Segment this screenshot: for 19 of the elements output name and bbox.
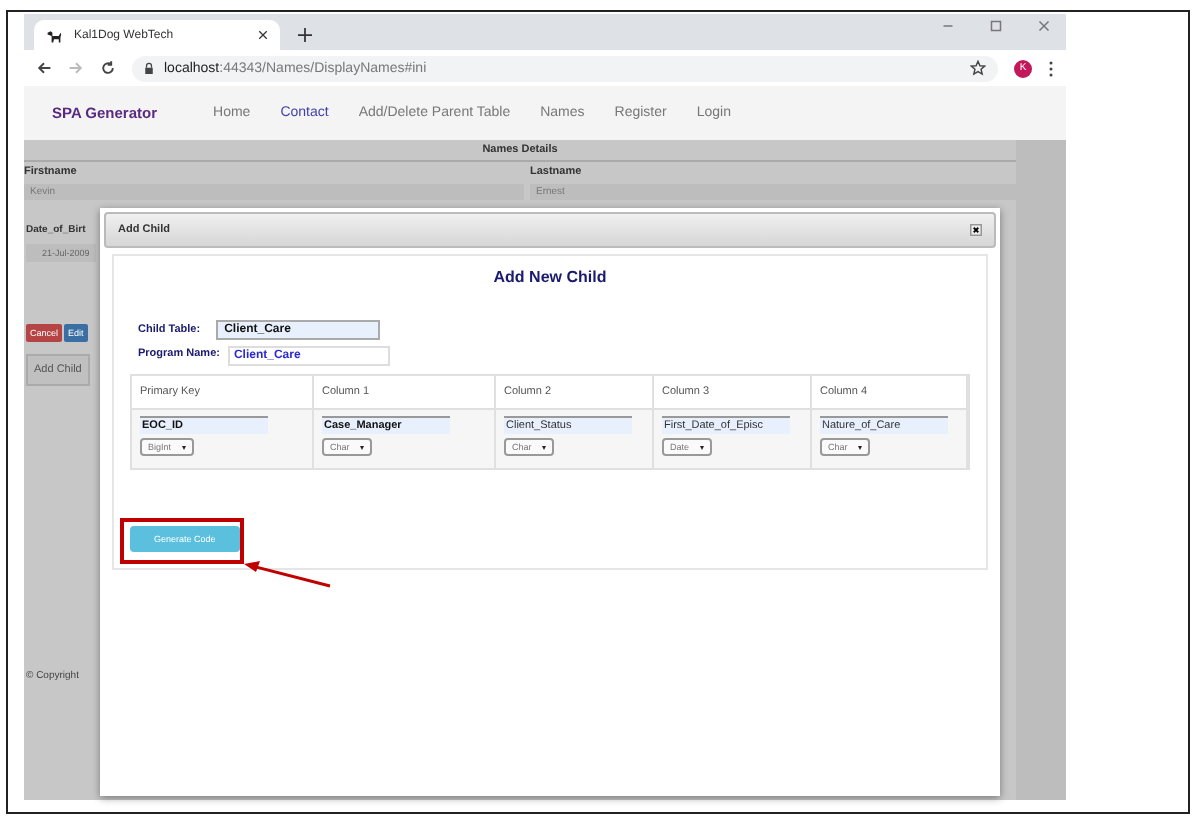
lock-icon — [144, 61, 154, 75]
star-icon[interactable] — [970, 60, 986, 76]
caret-icon — [359, 445, 364, 449]
caret-icon — [541, 445, 546, 449]
close-icon[interactable] — [970, 224, 982, 236]
menu-icon[interactable] — [1048, 59, 1054, 77]
caret-icon — [857, 445, 862, 449]
back-arrow-icon[interactable] — [36, 60, 52, 76]
caret-icon — [699, 445, 704, 449]
caret-icon — [181, 445, 186, 449]
new-tab-icon[interactable] — [298, 28, 312, 42]
reload-icon[interactable] — [100, 60, 116, 76]
close-tab-icon[interactable] — [258, 30, 268, 40]
dog-icon — [46, 27, 62, 43]
maximize-icon[interactable] — [990, 20, 1002, 32]
pointer-arrow — [244, 561, 331, 588]
close-window-icon[interactable] — [1038, 20, 1050, 32]
highlight-box — [120, 518, 244, 564]
dialog-heading: Add New Child — [491, 268, 609, 286]
